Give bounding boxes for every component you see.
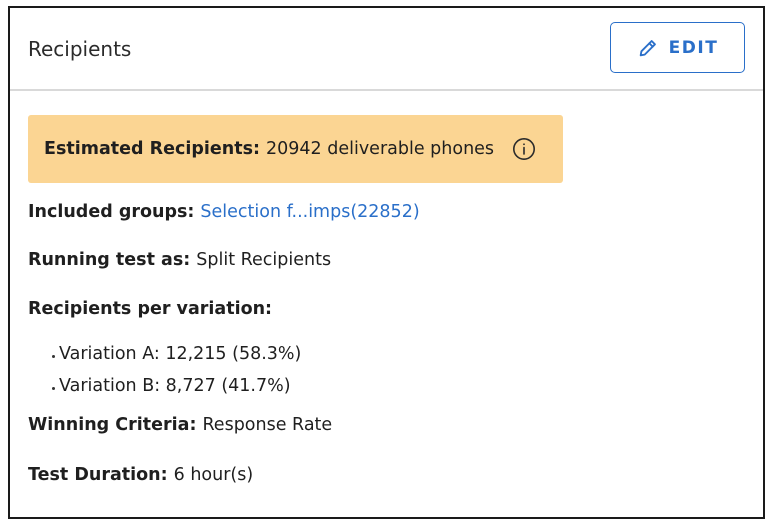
panel-content: Estimated Recipients: 20942 deliverable … [28, 115, 745, 486]
edit-button-label: EDIT [668, 37, 719, 58]
info-circle-icon[interactable] [512, 137, 536, 161]
test-duration-label: Test Duration: [28, 465, 168, 485]
running-test-value: Split Recipients [196, 250, 332, 270]
winning-criteria-label: Winning Criteria: [28, 415, 197, 435]
estimated-recipients-banner: Estimated Recipients: 20942 deliverable … [28, 115, 563, 183]
running-test-label: Running test as: [28, 250, 191, 270]
test-duration-value: 6 hour(s) [173, 465, 254, 485]
running-test-row: Running test as: Split Recipients [28, 249, 745, 271]
variation-item-b: Variation B: 8,727 (41.7%) [52, 370, 745, 402]
recipients-per-variation-row: Recipients per variation: [28, 298, 745, 320]
included-groups-link[interactable]: Selection f...imps(22852) [200, 202, 419, 222]
estimated-recipients-value: 20942 deliverable phones [265, 139, 495, 159]
included-groups-label: Included groups: [28, 202, 195, 222]
included-groups-row: Included groups: Selection f...imps(22852… [28, 201, 745, 223]
variation-list: Variation A: 12,215 (58.3%) Variation B:… [28, 338, 745, 402]
test-duration-row: Test Duration: 6 hour(s) [28, 464, 745, 486]
recipients-per-variation-label: Recipients per variation: [28, 299, 273, 319]
panel-title: Recipients [28, 37, 132, 61]
recipients-panel: Recipients EDIT Estimated Recipients: 20… [8, 6, 765, 519]
edit-button[interactable]: EDIT [610, 22, 745, 73]
winning-criteria-value: Response Rate [202, 415, 333, 435]
panel-header: Recipients EDIT [10, 8, 763, 91]
winning-criteria-row: Winning Criteria: Response Rate [28, 414, 745, 436]
pencil-icon [637, 37, 659, 59]
estimated-recipients-label: Estimated Recipients: [44, 139, 260, 159]
variation-item-a: Variation A: 12,215 (58.3%) [52, 338, 745, 370]
